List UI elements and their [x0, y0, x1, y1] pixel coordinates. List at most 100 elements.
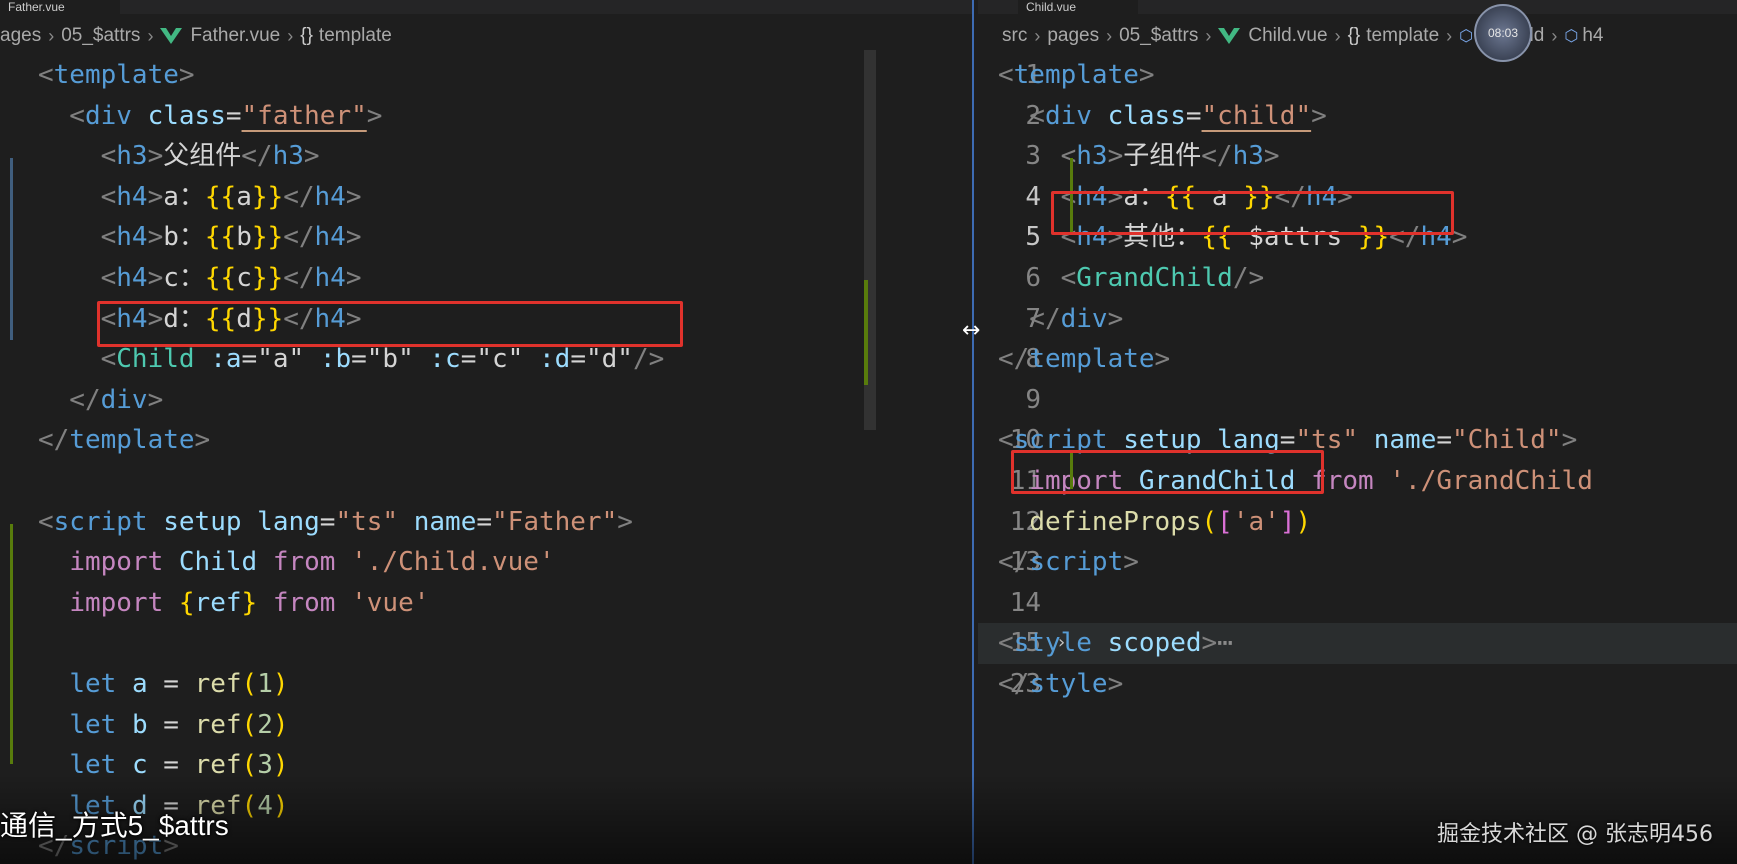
code-text: <h4>b：{{b}}</h4>: [38, 217, 362, 258]
code-line[interactable]: 5 <h4>其他：{{ $attrs }}</h4>: [978, 217, 1737, 258]
left-tab-strip: Father.vue: [0, 0, 972, 14]
code-line[interactable]: 14: [978, 583, 1737, 624]
breadcrumb: src › pages › 05_$attrs › Child.vue › {} template…: [978, 22, 1737, 50]
code-token: './GrandChild: [1389, 465, 1593, 496]
code-line[interactable]: </template>: [0, 420, 972, 461]
code-token: "a": [257, 344, 305, 375]
code-token: >: [147, 141, 164, 172]
code-token: }}: [251, 222, 284, 253]
breadcrumb-item[interactable]: Child.vue: [1248, 25, 1327, 47]
code-line[interactable]: 7 </div>: [978, 299, 1737, 340]
code-token: Child: [178, 547, 258, 578]
code-editor-right[interactable]: 1 <template> 2 <div class="child"> 3 <h3>子组…: [978, 55, 1737, 705]
code-token: </: [283, 222, 315, 253]
code-line[interactable]: <h3>父组件</h3>: [0, 136, 972, 177]
code-line[interactable]: 9: [978, 380, 1737, 421]
code-token: import: [69, 547, 164, 578]
code-token: defineProps: [1029, 506, 1202, 537]
code-line[interactable]: 11 import GrandChild from './GrandChild: [978, 461, 1737, 502]
code-editor-left[interactable]: <template> <div class="father"> <h3>父组件<…: [0, 55, 972, 864]
chevron-right-icon: ›: [1106, 25, 1113, 46]
code-line[interactable]: [0, 623, 972, 664]
code-line[interactable]: import {ref} from 'vue': [0, 583, 972, 624]
left-editor-pane[interactable]: Father.vue ages › 05_$attrs › Father.vue › {} t…: [0, 0, 972, 864]
code-token: import: [1029, 465, 1124, 496]
code-token: </: [283, 262, 315, 293]
code-token: "b": [366, 344, 414, 375]
code-token: <: [998, 628, 1014, 659]
tab-label: Father.vue: [8, 0, 65, 14]
code-token: >: [147, 384, 164, 415]
tab-father-vue[interactable]: Father.vue: [0, 0, 120, 14]
breadcrumb-item[interactable]: Father.vue: [190, 25, 280, 47]
breadcrumb-item[interactable]: pages: [1047, 25, 1099, 47]
code-line[interactable]: [0, 461, 972, 502]
code-token: h3: [1232, 141, 1264, 172]
code-line[interactable]: 13 </script>: [978, 542, 1737, 583]
code-token: script: [1029, 547, 1124, 578]
code-token: </: [283, 303, 315, 334]
code-line[interactable]: <div class="father">: [0, 96, 972, 137]
code-token: ): [272, 668, 289, 699]
code-line[interactable]: 23 </style>: [978, 664, 1737, 705]
code-line[interactable]: 6 <GrandChild/>: [978, 258, 1737, 299]
code-token: from: [1311, 465, 1374, 496]
breadcrumb-item[interactable]: 05_$attrs: [61, 25, 140, 47]
code-line[interactable]: 12 defineProps(['a']): [978, 502, 1737, 543]
code-text: <h4>d：{{d}}</h4>: [38, 299, 362, 340]
code-line[interactable]: 3 <h3>子组件</h3>: [978, 136, 1737, 177]
code-token: =: [476, 506, 493, 537]
code-line[interactable]: <h4>c：{{c}}</h4>: [0, 258, 972, 299]
code-line[interactable]: <h4>b：{{b}}</h4>: [0, 217, 972, 258]
code-token: =: [147, 668, 195, 699]
code-token: './Child.vue': [351, 547, 555, 578]
code-token: h4: [1076, 181, 1108, 212]
code-token: "ts": [335, 506, 399, 537]
code-token: a：: [1123, 181, 1165, 212]
code-line[interactable]: 8 </template>: [978, 339, 1737, 380]
code-token: scoped: [1107, 628, 1202, 659]
breadcrumb-item[interactable]: h4: [1582, 25, 1603, 47]
code-line[interactable]: 2 <div class="child">: [978, 96, 1737, 137]
code-token: <: [38, 262, 117, 293]
code-token: h4: [116, 262, 148, 293]
code-token: >: [617, 506, 633, 537]
code-line[interactable]: 10 <script setup lang="ts" name="Child">: [978, 420, 1737, 461]
breadcrumb-item[interactable]: src: [1002, 25, 1027, 47]
code-line[interactable]: import Child from './Child.vue': [0, 542, 972, 583]
breadcrumb-item[interactable]: template: [1366, 25, 1439, 47]
code-line[interactable]: <script setup lang="ts" name="Father">: [0, 502, 972, 543]
code-line[interactable]: </div>: [0, 380, 972, 421]
tab-child-vue[interactable]: Child.vue: [1018, 0, 1138, 14]
code-token: <: [998, 262, 1077, 293]
breadcrumb-item[interactable]: template: [319, 25, 392, 47]
code-line[interactable]: let a = ref(1): [0, 664, 972, 705]
code-token: >: [147, 262, 164, 293]
code-token: >: [1337, 181, 1353, 212]
code-text: defineProps(['a']): [998, 502, 1311, 543]
code-line[interactable]: 15 › <style scoped>⋯: [978, 623, 1737, 664]
right-editor-pane[interactable]: Child.vue src › pages › 05_$attrs › Child.vue ›…: [978, 0, 1737, 864]
breadcrumb-item[interactable]: ages: [0, 25, 41, 47]
code-line[interactable]: 4 <h4>a：{{ a }}</h4>: [978, 177, 1737, 218]
code-text: </div>: [998, 299, 1123, 340]
code-line[interactable]: <h4>a：{{a}}</h4>: [0, 177, 972, 218]
code-token: h4: [116, 303, 148, 334]
code-line[interactable]: <h4>d：{{d}}</h4>: [0, 299, 972, 340]
code-token: =: [460, 344, 477, 375]
braces-icon: {}: [1347, 25, 1361, 46]
code-line[interactable]: let c = ref(3): [0, 745, 972, 786]
code-line[interactable]: <template>: [0, 55, 972, 96]
code-line[interactable]: 1 <template>: [978, 55, 1737, 96]
code-token: h4: [314, 262, 346, 293]
code-line[interactable]: <Child :a="a" :b="b" :c="c" :d="d"/>: [0, 339, 972, 380]
code-line[interactable]: let b = ref(2): [0, 705, 972, 746]
breadcrumb-item[interactable]: 05_$attrs: [1119, 25, 1198, 47]
code-token: h4: [1420, 222, 1452, 253]
